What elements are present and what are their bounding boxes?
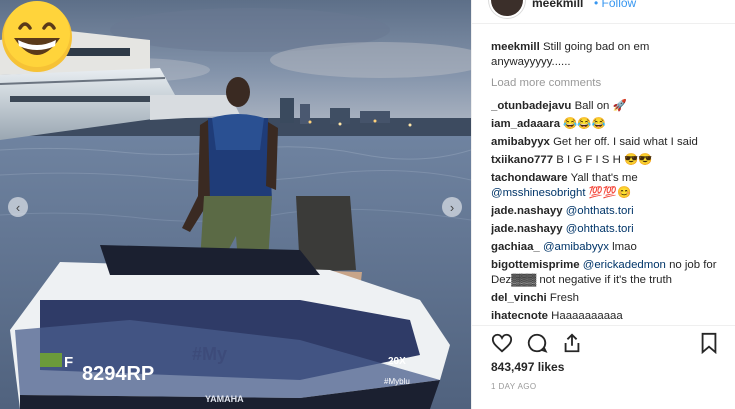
post-timestamp[interactable]: 1 DAY AGO <box>491 382 537 391</box>
chevron-left-icon: ‹ <box>15 199 21 215</box>
comment-text: 😂😂😂 <box>563 118 606 130</box>
comment-username-link[interactable]: amibabyyx <box>491 136 550 148</box>
likes-count[interactable]: 843,497 likes <box>491 360 564 374</box>
comment-item: gachiaa_ @amibabyyx lmao <box>491 240 729 255</box>
comment-text: lmao <box>608 241 637 253</box>
instagram-post: F 8294RP #My 20X #Myblu YAMAHA ‹ › meekm… <box>0 0 735 409</box>
comment-text: Ball on 🚀 <box>574 100 627 112</box>
comment-username-link[interactable]: del_vinchi <box>491 292 547 304</box>
jetski-state-text: F <box>64 354 73 371</box>
previous-photo-button[interactable]: ‹ <box>8 197 28 217</box>
comment-item: _otunbadejavu Ball on 🚀 <box>491 99 729 114</box>
comment-item: tachondaware Yall that's me @msshinesobr… <box>491 171 729 201</box>
caption-username-link[interactable]: meekmill <box>491 41 540 53</box>
chevron-right-icon: › <box>449 199 455 215</box>
comment-item: jade.nashayy @ohthats.tori <box>491 204 729 219</box>
caption: meekmill Still going bad on em anywayyyy… <box>491 40 729 70</box>
comment-item: ihatecnote Haaaaaaaaaa <box>491 309 729 322</box>
next-photo-button[interactable]: › <box>442 197 462 217</box>
jetski-brand-text: YAMAHA <box>205 394 244 404</box>
avatar[interactable] <box>489 0 525 18</box>
comment-text: Get her off. I said what I said <box>553 136 698 148</box>
jetski-registration-text: 8294RP <box>82 363 154 385</box>
jetski-model-text: 20X <box>388 356 406 367</box>
jetski-hull-text: #My <box>192 344 227 364</box>
heart-icon[interactable] <box>491 332 513 354</box>
comment-text: B I G F I S H 😎😎 <box>556 154 653 166</box>
comment-text: Yall that's me <box>570 172 638 184</box>
comment-item: jade.nashayy @ohthats.tori <box>491 222 729 237</box>
comments-list[interactable]: meekmill Still going bad on em anywayyyy… <box>491 40 729 322</box>
comment-icon[interactable] <box>526 332 548 354</box>
comment-username-link[interactable]: jade.nashayy <box>491 205 563 217</box>
comment-username-link[interactable]: iam_adaaara <box>491 118 560 130</box>
comment-mention-link[interactable]: @ohthats.tori <box>566 223 634 235</box>
comment-username-link[interactable]: jade.nashayy <box>491 223 563 235</box>
comment-username-link[interactable]: gachiaa_ <box>491 241 540 253</box>
comment-username-link[interactable]: bigottemisprime <box>491 259 580 271</box>
comment-username-link[interactable]: ihatecnote <box>491 310 548 322</box>
bookmark-icon[interactable] <box>698 332 720 354</box>
comment-mention-link[interactable]: @ohthats.tori <box>566 205 634 217</box>
comment-text: Fresh <box>549 292 580 304</box>
comment-mention-link[interactable]: @erickadedmon <box>583 259 666 271</box>
comment-text: Haaaaaaaaaa <box>551 310 623 322</box>
comment-item: bigottemisprime @erickadedmon no job for… <box>491 258 729 288</box>
comment-mention-link[interactable]: @amibabyyx <box>543 241 609 253</box>
comment-item: del_vinchi Fresh <box>491 291 729 306</box>
grinning-face-icon <box>2 1 72 72</box>
header-username-link[interactable]: meekmill <box>532 0 583 10</box>
follow-button[interactable]: • Follow <box>594 0 636 10</box>
comment-username-link[interactable]: txiikano777 <box>491 154 553 166</box>
comment-mention-link[interactable]: @msshinesobright <box>491 187 586 199</box>
comment-item: iam_adaaara 😂😂😂 <box>491 117 729 132</box>
post-actions: 843,497 likes 1 DAY AGO <box>472 325 735 409</box>
comment-item: amibabyyx Get her off. I said what I sai… <box>491 135 729 150</box>
load-more-comments-button[interactable]: Load more comments <box>491 76 729 91</box>
comment-item: txiikano777 B I G F I S H 😎😎 <box>491 153 729 168</box>
post-photo[interactable]: F 8294RP #My 20X #Myblu YAMAHA ‹ › <box>0 0 471 409</box>
follow-label: Follow <box>601 0 637 10</box>
post-side-panel: meekmill • Follow meekmill Still going b… <box>471 0 735 409</box>
jetski-small-text: #Myblu <box>384 377 410 386</box>
comment-extra-text: 💯💯😊 <box>585 187 632 199</box>
comment-username-link[interactable]: tachondaware <box>491 172 568 184</box>
comment-username-link[interactable]: _otunbadejavu <box>491 100 571 112</box>
post-header: meekmill • Follow <box>472 0 735 24</box>
share-icon[interactable] <box>561 332 583 354</box>
